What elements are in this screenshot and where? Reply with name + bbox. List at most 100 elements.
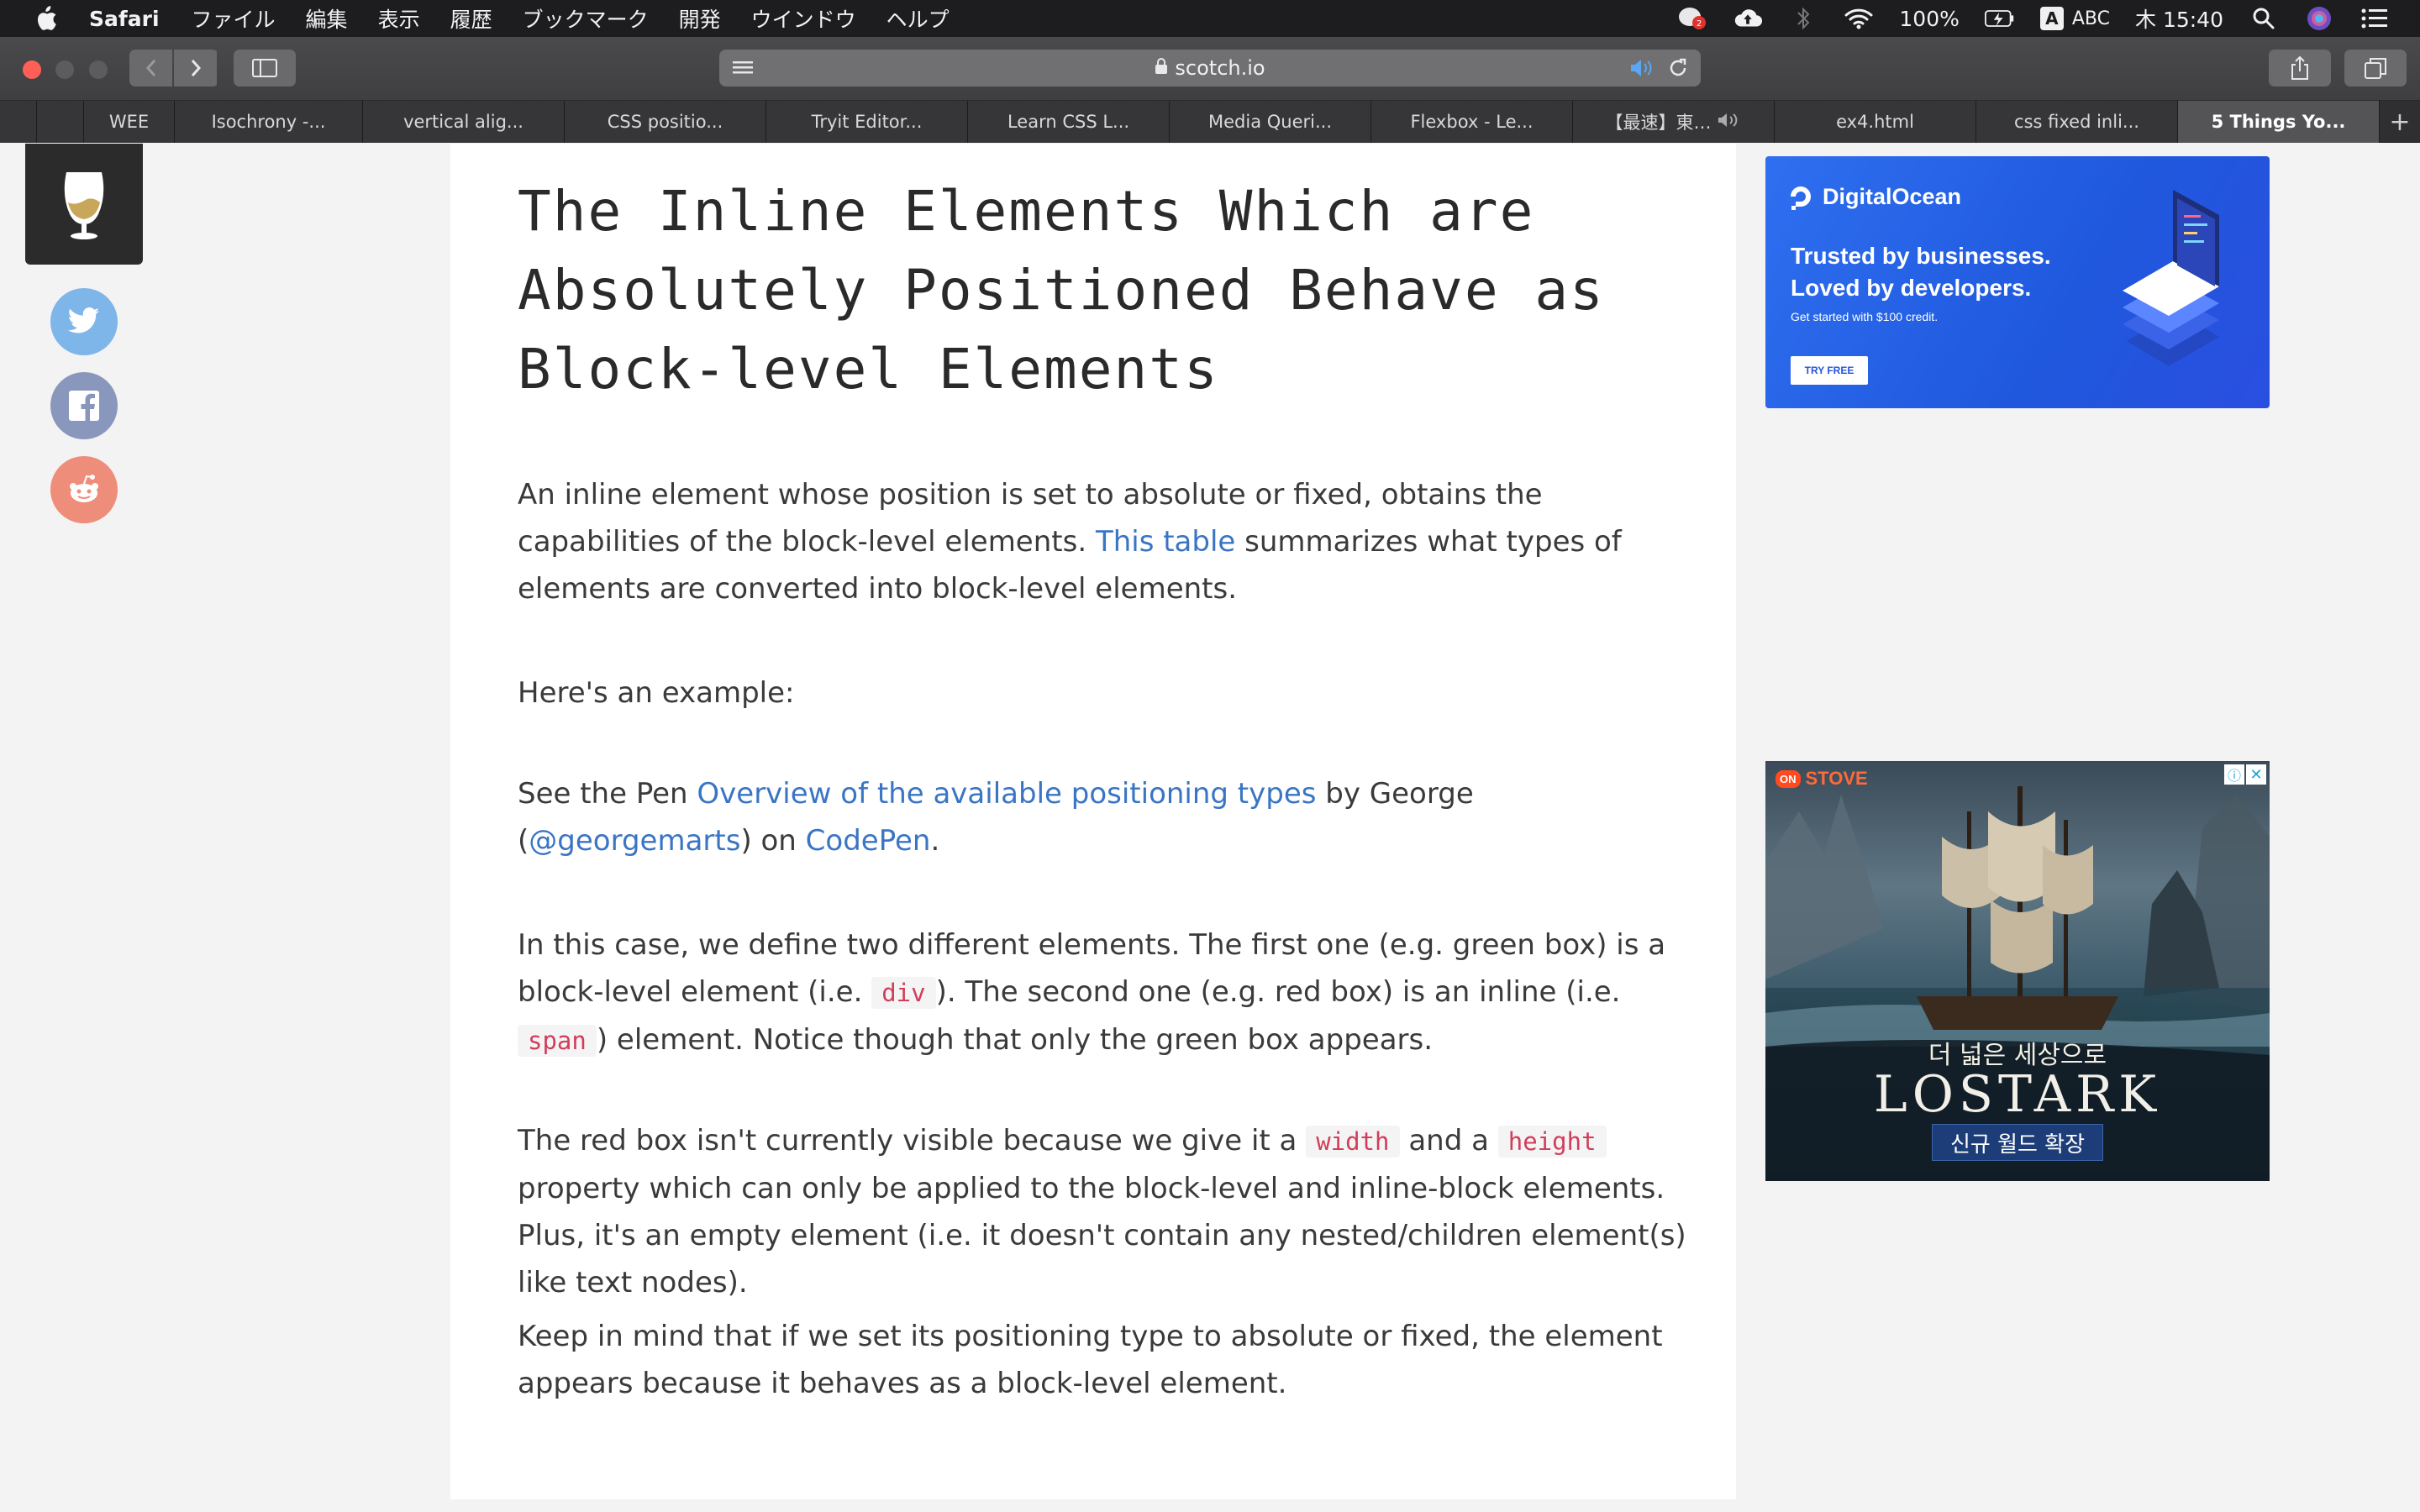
menu-help[interactable]: ヘルプ — [886, 3, 950, 34]
stove-label: STOVE — [1805, 768, 1868, 789]
chevron-right-icon — [191, 60, 201, 76]
tab-flexbox[interactable]: Flexbox - Le... — [1371, 101, 1573, 143]
tab-bar: WEE Isochrony -... vertical alig... CSS … — [0, 101, 2420, 143]
paragraph-conclusion: Keep in mind that if we set its position… — [518, 1320, 1663, 1400]
tab-pinned-1[interactable] — [0, 101, 37, 143]
digitalocean-brand: DigitalOcean — [1787, 183, 1961, 210]
tab-css-fixed-inline[interactable]: css fixed inli... — [1976, 101, 2178, 143]
apple-menu-icon[interactable] — [34, 3, 59, 34]
scotch-logo[interactable] — [25, 144, 143, 265]
audio-playing-icon[interactable] — [1628, 57, 1655, 84]
tab-pinned-2[interactable] — [37, 101, 84, 143]
ad-close-icon[interactable]: ✕ — [2246, 764, 2266, 785]
battery-percent: 100% — [1899, 6, 1960, 31]
tab-wee[interactable]: WEE — [84, 101, 175, 143]
share-button[interactable] — [2269, 50, 2331, 87]
navigation-buttons — [129, 50, 218, 87]
article-body: The Inline Elements Which are Absolutely… — [450, 144, 1736, 1499]
input-source-menu[interactable]: A ABC — [2039, 7, 2110, 30]
tab-media-queries[interactable]: Media Queri... — [1170, 101, 1371, 143]
wifi-icon[interactable] — [1844, 6, 1874, 31]
tab-learn-css[interactable]: Learn CSS L... — [968, 101, 1170, 143]
chevron-left-icon — [145, 60, 155, 76]
menu-edit[interactable]: 編集 — [306, 3, 348, 34]
window-zoom-button[interactable] — [89, 60, 108, 79]
menu-develop[interactable]: 開発 — [679, 3, 721, 34]
red-box-text-3: property which can only be applied to th… — [518, 1172, 1686, 1299]
elements-text-3: ) element. Notice though that only the g… — [596, 1023, 1434, 1057]
paragraph-red-box: The red box isn't currently visible beca… — [518, 1117, 1694, 1306]
notification-app-icon[interactable]: 2 — [1677, 6, 1707, 31]
stove-badge: ON STOVE — [1776, 768, 1868, 790]
app-name-menu[interactable]: Safari — [89, 7, 160, 31]
forward-button[interactable] — [174, 50, 217, 87]
facebook-icon — [69, 391, 99, 421]
tab-css-position[interactable]: CSS positio... — [565, 101, 766, 143]
digitalocean-headline-2: Loved by developers. — [1791, 275, 2032, 301]
menu-window[interactable]: ウインドウ — [751, 3, 856, 34]
red-box-text-2: and a — [1399, 1124, 1498, 1158]
twitter-share-button[interactable] — [50, 288, 118, 355]
browser-toolbar: scotch.io — [0, 37, 2420, 101]
menu-history[interactable]: 履歴 — [450, 3, 492, 34]
code-height: height — [1497, 1126, 1607, 1158]
digitalocean-subtext: Get started with $100 credit. — [1791, 310, 1939, 323]
lostark-cta-button[interactable]: 신규 월드 확장 — [1932, 1124, 2103, 1161]
lostark-ad[interactable]: ON STOVE ⓘ ✕ 더 넓은 세상으로 LOSTARK 신규 월드 확장 — [1765, 761, 2270, 1181]
cloud-upload-icon[interactable] — [1733, 6, 1763, 31]
tab-japanese-news[interactable]: 【最速】東… — [1573, 101, 1775, 143]
codepen-link[interactable]: CodePen — [806, 824, 931, 858]
paragraph-intro: An inline element whose position is set … — [518, 471, 1694, 612]
new-tab-button[interactable]: + — [2380, 101, 2420, 143]
try-free-button[interactable]: TRY FREE — [1791, 356, 1868, 385]
svg-text:2: 2 — [1697, 19, 1702, 29]
pen-title-link[interactable]: Overview of the available positioning ty… — [697, 777, 1316, 811]
share-icon — [2291, 55, 2308, 80]
bluetooth-icon[interactable] — [1788, 6, 1818, 31]
elements-text-2: ). The second one (e.g. red box) is an i… — [935, 975, 1621, 1009]
sidebar-toggle-button[interactable] — [234, 50, 296, 87]
tab-isochrony[interactable]: Isochrony -... — [175, 101, 363, 143]
show-tabs-button[interactable] — [2344, 50, 2407, 87]
digitalocean-ad[interactable]: DigitalOcean Trusted by businesses. Love… — [1765, 156, 2270, 408]
macos-menu-bar: Safari ファイル 編集 表示 履歴 ブックマーク 開発 ウインドウ ヘルプ… — [0, 0, 2420, 37]
menu-bookmarks[interactable]: ブックマーク — [523, 3, 649, 34]
sidebar-icon — [252, 59, 277, 77]
tabs-overview-icon — [2365, 58, 2386, 79]
digitalocean-headline-1: Trusted by businesses. — [1791, 243, 2051, 269]
input-source-badge: A — [2039, 7, 2064, 30]
reddit-share-button[interactable] — [50, 456, 118, 523]
tab-vertical-align[interactable]: vertical alig... — [363, 101, 565, 143]
menu-clock[interactable]: 木 15:40 — [2135, 3, 2223, 34]
tab-ex4-html[interactable]: ex4.html — [1775, 101, 1976, 143]
tab-active-5-things[interactable]: 5 Things Yo... — [2178, 101, 2380, 143]
this-table-link[interactable]: This table — [1096, 525, 1235, 559]
code-width: width — [1306, 1126, 1400, 1158]
laptop-illustration-icon — [2123, 190, 2219, 366]
reader-view-icon[interactable] — [731, 57, 755, 84]
lostark-logo: LOSTARK — [1873, 1065, 2162, 1124]
address-bar[interactable]: scotch.io — [719, 50, 1701, 87]
reload-icon[interactable] — [1667, 57, 1689, 84]
window-close-button[interactable] — [23, 60, 41, 79]
window-minimize-button[interactable] — [55, 60, 74, 79]
menu-view[interactable]: 表示 — [378, 3, 420, 34]
url-text: scotch.io — [1175, 56, 1265, 80]
siri-icon[interactable] — [2304, 6, 2334, 31]
facebook-share-button[interactable] — [50, 372, 118, 439]
tab-tryit-editor[interactable]: Tryit Editor... — [766, 101, 968, 143]
menu-file[interactable]: ファイル — [192, 3, 276, 34]
notification-center-icon[interactable] — [2360, 6, 2390, 31]
digitalocean-brand-name: DigitalOcean — [1823, 183, 1962, 209]
back-button[interactable] — [129, 50, 172, 87]
author-link[interactable]: @georgemarts — [529, 824, 740, 858]
ad-info-icon[interactable]: ⓘ — [2224, 764, 2244, 785]
lock-icon — [1155, 56, 1168, 80]
web-page: The Inline Elements Which are Absolutely… — [0, 144, 2420, 1512]
tab-audio-icon[interactable] — [1717, 112, 1742, 133]
spotlight-search-icon[interactable] — [2249, 6, 2279, 31]
input-source-label: ABC — [2071, 8, 2110, 29]
battery-charging-icon[interactable] — [1984, 6, 2015, 31]
codepen-text-1: See the Pen — [518, 777, 697, 811]
stove-on-label: ON — [1776, 769, 1801, 788]
